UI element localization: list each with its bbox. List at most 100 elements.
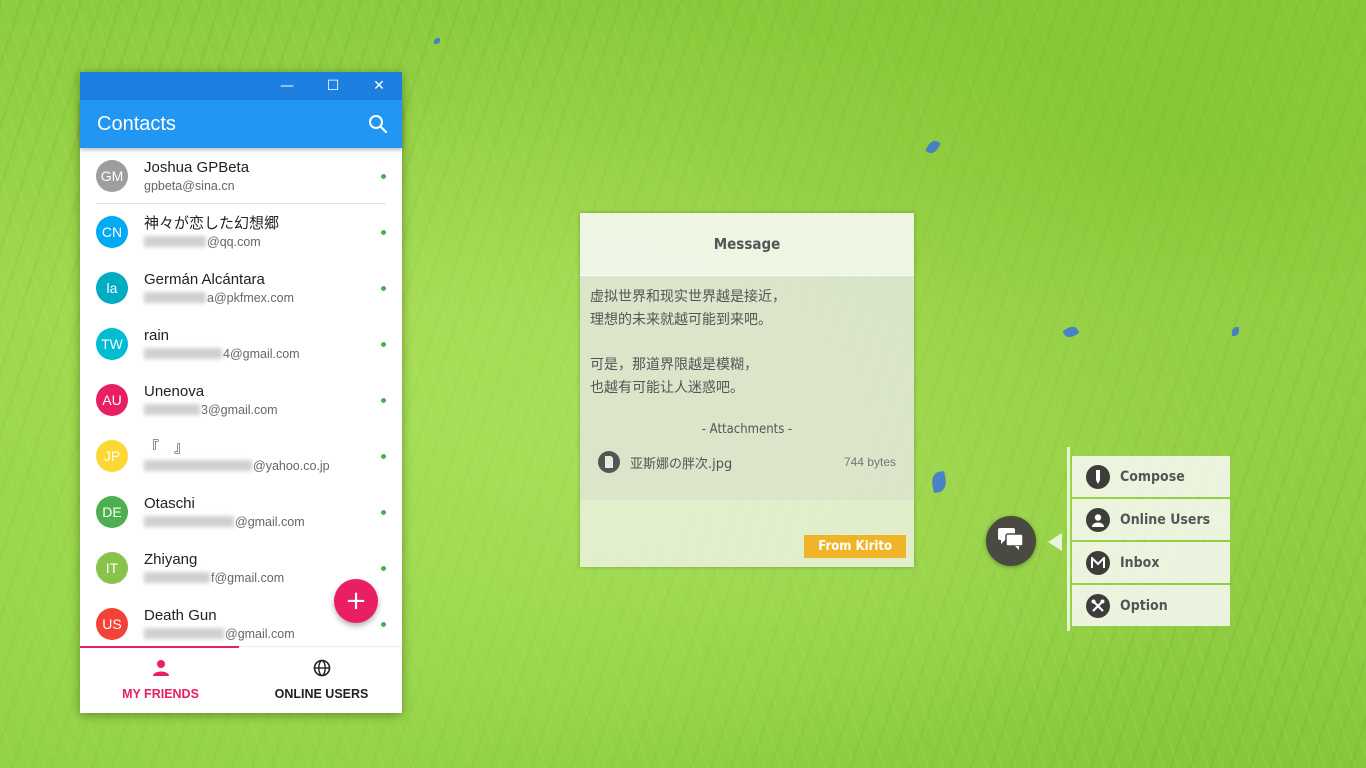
tab-my-friends-label: MY FRIENDS <box>122 687 199 701</box>
petal-decoration <box>930 470 948 494</box>
contact-email: @qq.com <box>144 233 279 251</box>
redacted-text <box>144 516 234 527</box>
menu-inbox[interactable]: Inbox <box>1072 542 1230 583</box>
contact-text: Otaschi @gmail.com <box>144 494 305 531</box>
online-status-dot <box>381 622 386 627</box>
contact-email: @gmail.com <box>144 625 295 643</box>
redacted-text <box>144 572 210 583</box>
petal-decoration <box>434 38 440 44</box>
app-bar: Contacts <box>80 100 402 148</box>
online-status-dot <box>381 230 386 235</box>
app-title: Contacts <box>97 112 176 135</box>
search-icon[interactable] <box>368 114 388 134</box>
minimize-button[interactable]: — <box>264 72 310 100</box>
contact-row[interactable]: CN 神々が恋した幻想郷 @qq.com <box>80 204 402 260</box>
contact-name: Death Gun <box>144 606 217 624</box>
contact-email: @gmail.com <box>144 513 305 531</box>
file-icon <box>598 451 620 473</box>
contact-email-text: f@gmail.com <box>211 570 285 585</box>
contact-text: 『 』 @yahoo.co.jp <box>144 438 330 475</box>
contact-email-text: @gmail.com <box>225 626 295 641</box>
close-button[interactable]: ✕ <box>356 72 402 100</box>
bottom-navigation: MY FRIENDS ONLINE USERS <box>80 646 402 713</box>
avatar: TW <box>96 328 128 360</box>
avatar: JP <box>96 440 128 472</box>
contact-email-text: 4@gmail.com <box>223 346 300 361</box>
person-icon <box>152 659 170 681</box>
attachment-name: 亚斯娜の胖次.jpg <box>630 456 733 472</box>
contact-email: a@pkfmex.com <box>144 289 294 307</box>
contact-row[interactable]: DE Otaschi @gmail.com <box>80 484 402 540</box>
menu-pointer <box>1048 533 1062 551</box>
online-status-dot <box>381 566 386 571</box>
attachment-size: 744 bytes <box>843 455 896 469</box>
message-line: 虚拟世界和现实世界越是接近， <box>590 289 786 305</box>
message-body: 虚拟世界和现实世界越是接近， 理想的未来就越可能到来吧。 可是，那道界限越是模糊… <box>580 276 914 500</box>
contact-list[interactable]: GM Joshua GPBeta gpbeta@sina.cn CN 神々が恋した幻想郷… <box>80 148 402 718</box>
online-status-dot <box>381 174 386 179</box>
avatar: US <box>96 608 128 640</box>
contact-name: 『 』 <box>144 438 190 456</box>
message-line: 可是，那道界限越是模糊， <box>590 357 758 373</box>
message-card: Message 虚拟世界和现实世界越是接近， 理想的未来就越可能到来吧。 可是，… <box>580 213 914 567</box>
attachment-item[interactable]: 亚斯娜の胖次.jpg 744 bytes <box>590 451 904 473</box>
tab-online-users-label: ONLINE USERS <box>274 687 369 701</box>
contact-text: Joshua GPBeta gpbeta@sina.cn <box>144 158 249 195</box>
contact-email: f@gmail.com <box>144 569 284 587</box>
menu-online-users-label: Online Users <box>1120 511 1211 528</box>
contact-email-text: @qq.com <box>207 234 261 249</box>
contact-name: Joshua GPBeta <box>144 158 250 176</box>
contact-email-text: @gmail.com <box>235 514 305 529</box>
contact-email: @yahoo.co.jp <box>144 457 330 475</box>
contact-text: rain 4@gmail.com <box>144 326 300 363</box>
contact-row[interactable]: GM Joshua GPBeta gpbeta@sina.cn <box>80 148 402 204</box>
avatar: CN <box>96 216 128 248</box>
menu-compose-label: Compose <box>1120 468 1185 485</box>
avatar: IT <box>96 552 128 584</box>
avatar: GM <box>96 160 128 192</box>
contact-email-text: 3@gmail.com <box>201 402 278 417</box>
menu-compose[interactable]: Compose <box>1072 456 1230 497</box>
petal-decoration <box>1062 324 1080 340</box>
contact-name: 神々が恋した幻想郷 <box>144 214 280 232</box>
avatar: AU <box>96 384 128 416</box>
message-line: 理想的未来就越可能到来吧。 <box>590 312 772 328</box>
mail-icon <box>1086 550 1110 575</box>
chat-menu: Compose Online Users Inbox Option <box>1072 456 1230 628</box>
menu-option-label: Option <box>1120 597 1168 614</box>
globe-icon <box>313 659 331 681</box>
message-footer: From Kirito <box>580 500 914 567</box>
contact-text: 神々が恋した幻想郷 @qq.com <box>144 214 279 251</box>
redacted-text <box>144 628 224 639</box>
contact-text: Germán Alcántara a@pkfmex.com <box>144 270 294 307</box>
pencil-icon <box>1086 464 1110 489</box>
contact-text: Unenova 3@gmail.com <box>144 382 278 419</box>
window-titlebar[interactable]: — ☐ ✕ <box>80 72 402 100</box>
contact-row[interactable]: la Germán Alcántara a@pkfmex.com <box>80 260 402 316</box>
avatar: DE <box>96 496 128 528</box>
tools-icon <box>1086 593 1110 618</box>
contact-row[interactable]: TW rain 4@gmail.com <box>80 316 402 372</box>
redacted-text <box>144 348 222 359</box>
chat-menu-toggle[interactable] <box>986 516 1036 566</box>
petal-decoration <box>1232 327 1239 336</box>
contact-name: rain <box>144 326 170 344</box>
petal-decoration <box>925 138 941 156</box>
redacted-text <box>144 460 252 471</box>
tab-online-users[interactable]: ONLINE USERS <box>241 647 402 713</box>
attachments-heading: - Attachments - <box>701 422 793 437</box>
redacted-text <box>144 236 206 247</box>
avatar: la <box>96 272 128 304</box>
contact-row[interactable]: AU Unenova 3@gmail.com <box>80 372 402 428</box>
menu-option[interactable]: Option <box>1072 585 1230 626</box>
online-status-dot <box>381 286 386 291</box>
contact-name: Unenova <box>144 382 205 400</box>
redacted-text <box>144 292 206 303</box>
add-contact-button[interactable]: + <box>334 579 378 623</box>
online-status-dot <box>381 398 386 403</box>
tab-my-friends[interactable]: MY FRIENDS <box>80 647 241 713</box>
online-status-dot <box>381 510 386 515</box>
contact-row[interactable]: JP 『 』 @yahoo.co.jp <box>80 428 402 484</box>
menu-online-users[interactable]: Online Users <box>1072 499 1230 540</box>
maximize-button[interactable]: ☐ <box>310 72 356 100</box>
